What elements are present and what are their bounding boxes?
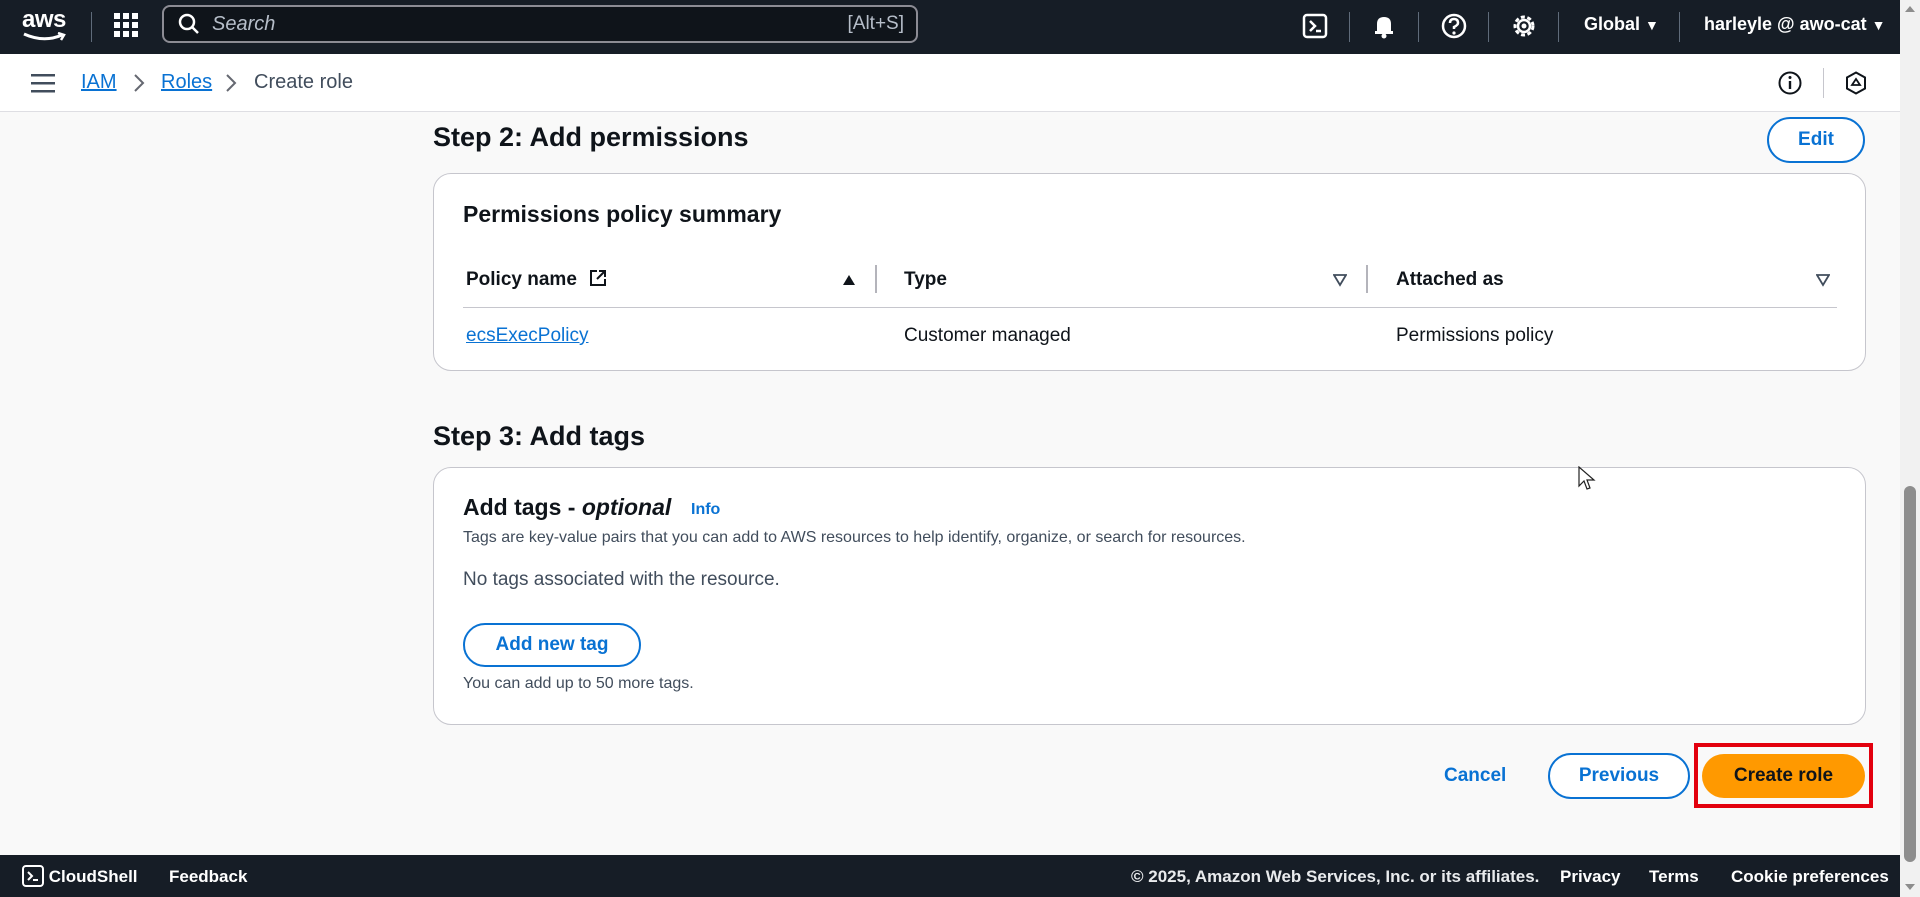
- card-title-text: Add tags -: [463, 494, 582, 520]
- scroll-down-arrow-icon[interactable]: [1904, 882, 1916, 892]
- card-title-optional: optional: [581, 494, 672, 520]
- top-navigation: aws Search [Alt+S] Global ▼ harleyle @ a…: [0, 0, 1900, 54]
- column-header-policy-name[interactable]: Policy name: [466, 268, 608, 291]
- column-header-attached-as[interactable]: Attached as: [1396, 269, 1504, 291]
- sort-descending-icon[interactable]: [1816, 273, 1830, 287]
- sort-ascending-icon[interactable]: [842, 273, 856, 287]
- column-resizer[interactable]: [875, 265, 877, 293]
- column-header-type[interactable]: Type: [904, 269, 947, 291]
- policy-type: Customer managed: [904, 325, 1071, 346]
- divider: [1418, 12, 1419, 42]
- header-divider: [463, 307, 1837, 308]
- policy-name-link[interactable]: ecsExecPolicy: [466, 325, 589, 347]
- permissions-summary-card: Permissions policy summary Policy name T…: [433, 173, 1866, 371]
- search-shortcut: [Alt+S]: [847, 13, 905, 34]
- info-panel-icon[interactable]: [1777, 70, 1803, 96]
- notifications-bell-icon[interactable]: [1370, 12, 1398, 40]
- copyright-text: © 2025, Amazon Web Services, Inc. or its…: [1131, 867, 1540, 886]
- chevron-right-icon: [226, 74, 237, 92]
- feedback-link[interactable]: Feedback: [169, 867, 247, 887]
- search-input[interactable]: Search [Alt+S]: [162, 5, 918, 43]
- previous-button[interactable]: Previous: [1548, 753, 1690, 799]
- column-label: Policy name: [466, 269, 577, 290]
- card-title: Permissions policy summary: [463, 201, 782, 227]
- terms-link[interactable]: Terms: [1649, 867, 1699, 887]
- footer: CloudShell Feedback © 2025, Amazon Web S…: [0, 855, 1900, 897]
- search-icon: [178, 13, 199, 34]
- cloudshell-footer-button[interactable]: CloudShell: [22, 865, 138, 887]
- breadcrumb-roles[interactable]: Roles: [161, 71, 212, 94]
- breadcrumb-bar: IAM Roles Create role: [0, 54, 1900, 112]
- empty-tags-text: No tags associated with the resource.: [463, 569, 780, 590]
- aws-logo[interactable]: aws: [22, 8, 72, 44]
- cloudshell-label: CloudShell: [48, 867, 138, 886]
- region-label: Global: [1584, 14, 1641, 34]
- cancel-button[interactable]: Cancel: [1444, 765, 1506, 787]
- aws-smile-icon: [23, 32, 66, 41]
- caret-down-icon: ▼: [1645, 17, 1659, 33]
- sort-descending-icon[interactable]: [1333, 273, 1347, 287]
- assistant-hexagon-icon[interactable]: [1843, 70, 1869, 96]
- divider: [1823, 68, 1824, 98]
- chevron-right-icon: [134, 74, 145, 92]
- step2-heading: Step 2: Add permissions: [433, 122, 749, 152]
- mouse-cursor-icon: [1578, 466, 1596, 490]
- divider: [1558, 12, 1559, 42]
- scroll-up-arrow-icon[interactable]: [1904, 4, 1916, 14]
- cookie-preferences-link[interactable]: Cookie preferences: [1731, 867, 1889, 887]
- step3-heading: Step 3: Add tags: [433, 421, 646, 451]
- services-grid-icon[interactable]: [113, 12, 139, 38]
- scrollbar-thumb[interactable]: [1904, 486, 1916, 862]
- cloudshell-icon[interactable]: [1301, 12, 1329, 40]
- divider: [1488, 12, 1489, 42]
- account-menu[interactable]: harleyle @ awo-cat ▼: [1704, 14, 1886, 35]
- policy-attached-as: Permissions policy: [1396, 325, 1554, 346]
- highlight-box: [1694, 743, 1873, 808]
- caret-down-icon: ▼: [1871, 17, 1886, 33]
- privacy-link[interactable]: Privacy: [1560, 867, 1621, 887]
- column-resizer[interactable]: [1366, 265, 1368, 293]
- region-selector[interactable]: Global ▼: [1584, 14, 1659, 35]
- menu-hamburger-icon[interactable]: [31, 73, 55, 93]
- help-icon[interactable]: [1440, 12, 1468, 40]
- info-link[interactable]: Info: [691, 501, 720, 519]
- divider: [1679, 12, 1680, 42]
- edit-button[interactable]: Edit: [1767, 117, 1865, 163]
- search-placeholder: Search: [212, 12, 276, 35]
- tags-description: Tags are key-value pairs that you can ad…: [463, 529, 1246, 546]
- aws-logo-text: aws: [22, 6, 66, 33]
- divider: [91, 12, 92, 42]
- add-tags-card: Add tags - optional Info Tags are key-va…: [433, 467, 1866, 725]
- tag-limit-text: You can add up to 50 more tags.: [463, 675, 694, 692]
- breadcrumb-current: Create role: [254, 71, 353, 93]
- card-title: Add tags - optional: [463, 494, 671, 521]
- divider: [1349, 12, 1350, 42]
- add-new-tag-button[interactable]: Add new tag: [463, 623, 641, 667]
- breadcrumb-iam[interactable]: IAM: [81, 71, 117, 94]
- cloudshell-icon: [22, 865, 44, 887]
- external-link-icon: [590, 270, 607, 286]
- account-label: harleyle @ awo-cat: [1704, 14, 1867, 34]
- settings-gear-icon[interactable]: [1510, 12, 1538, 40]
